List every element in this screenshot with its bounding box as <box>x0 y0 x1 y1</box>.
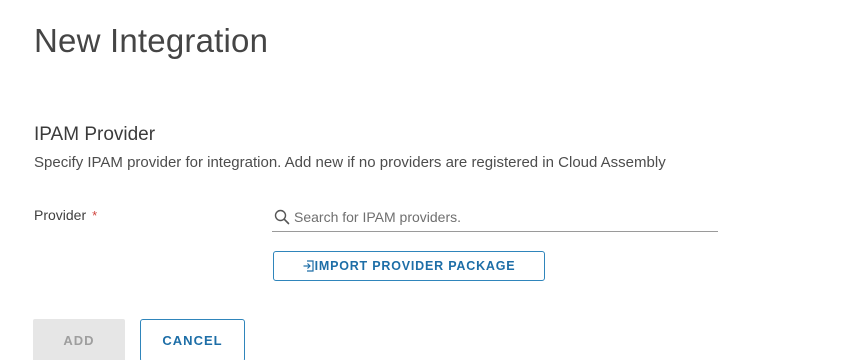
provider-label: Provider * <box>34 207 97 223</box>
section-title: IPAM Provider <box>34 124 156 145</box>
cancel-button[interactable]: CANCEL <box>140 319 245 360</box>
provider-label-text: Provider <box>34 207 87 223</box>
provider-search-field[interactable] <box>272 203 718 232</box>
section-description: Specify IPAM provider for integration. A… <box>34 154 666 171</box>
required-marker: * <box>92 208 98 223</box>
import-icon <box>303 260 314 272</box>
new-integration-page: New Integration IPAM Provider Specify IP… <box>0 0 862 360</box>
provider-search-input[interactable] <box>294 209 694 225</box>
add-button[interactable]: ADD <box>33 319 125 360</box>
page-title: New Integration <box>34 22 269 59</box>
import-provider-package-button[interactable]: IMPORT PROVIDER PACKAGE <box>273 251 545 281</box>
search-icon <box>274 209 290 225</box>
import-button-label: IMPORT PROVIDER PACKAGE <box>314 259 516 273</box>
